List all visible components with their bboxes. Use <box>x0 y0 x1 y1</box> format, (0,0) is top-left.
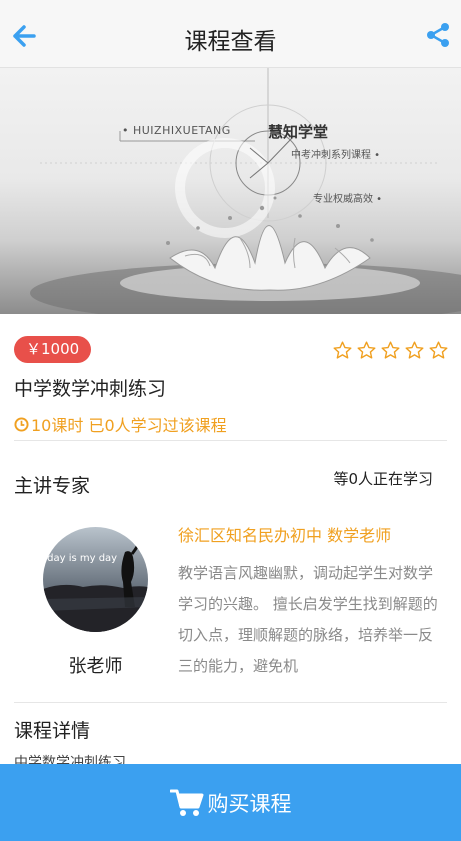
avatar-caption: oday is my day <box>43 553 117 564</box>
page-title: 课程查看 <box>184 29 277 55</box>
teacher-title: 徐汇区知名民办初中 数学老师 <box>178 526 392 545</box>
avatar-photo: oday is my day <box>43 527 148 632</box>
water-splash-image <box>30 68 461 314</box>
teacher-description: 教学语言风趣幽默，调动起学生对数学学习的兴趣。 擅长启发学生找到解题的切入点，理… <box>178 564 438 675</box>
rating-stars[interactable] <box>332 340 449 361</box>
banner-tagline-2: 专业权威高效 • <box>313 194 383 205</box>
banner-tagline-1: 中考冲刺系列课程 • <box>291 150 381 161</box>
divider <box>14 440 447 441</box>
price-badge: ￥1000 <box>14 336 92 363</box>
teacher-avatar[interactable]: oday is my day <box>43 527 148 632</box>
divider <box>14 702 447 703</box>
buy-course-label: 购买课程 <box>207 791 292 816</box>
learning-count: 等0人正在学习 <box>333 470 433 488</box>
app-header: 课程查看 <box>0 0 461 68</box>
star-icon[interactable] <box>380 340 401 361</box>
share-icon[interactable] <box>425 22 451 48</box>
star-icon[interactable] <box>428 340 449 361</box>
course-name: 中学数学冲刺练习 <box>14 378 167 400</box>
cart-icon <box>169 789 203 816</box>
brand-english: • HUIZHIXUETANG <box>122 124 231 137</box>
star-icon[interactable] <box>356 340 377 361</box>
brand-chinese: 慧知学堂 <box>268 123 329 141</box>
expert-section-title: 主讲专家 <box>14 475 91 497</box>
star-icon[interactable] <box>332 340 353 361</box>
star-icon[interactable] <box>404 340 425 361</box>
detail-section-title: 课程详情 <box>14 720 91 742</box>
course-banner: • HUIZHIXUETANG 慧知学堂 中考冲刺系列课程 • 专业权威高效 • <box>0 68 461 314</box>
buy-course-button[interactable]: 购买课程 <box>0 764 461 841</box>
clock-icon <box>14 416 29 432</box>
course-meta-text: 10课时 已0人学习过该课程 <box>31 416 227 435</box>
teacher-name: 张老师 <box>68 656 123 677</box>
course-meta: 10课时 已0人学习过该课程 <box>14 412 227 436</box>
